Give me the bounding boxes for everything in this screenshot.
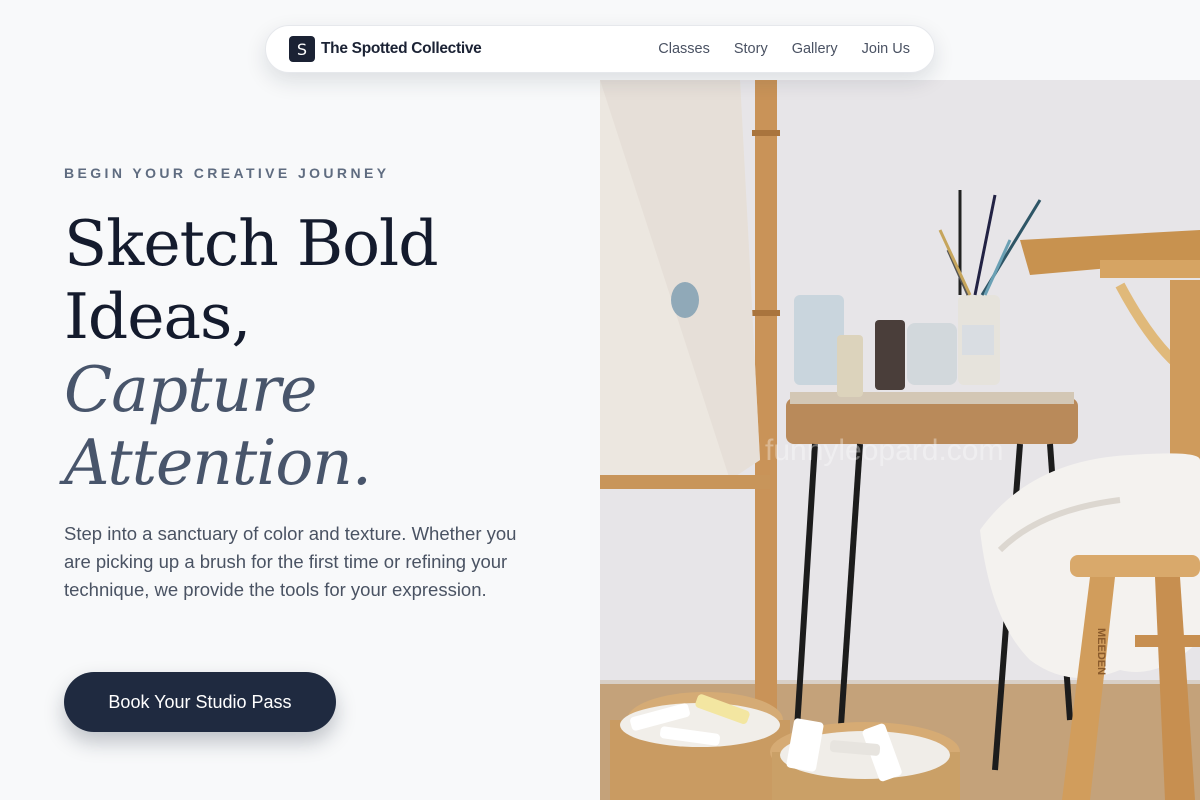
headline-italic-line: Capture: [64, 353, 317, 426]
top-navigation: S The Spotted Collective Classes Story G…: [265, 25, 935, 73]
book-studio-pass-button[interactable]: Book Your Studio Pass: [64, 672, 336, 732]
headline-line: Sketch Bold: [64, 207, 439, 280]
brand-name: The Spotted Collective: [321, 40, 482, 57]
hero-eyebrow: BEGIN YOUR CREATIVE JOURNEY: [64, 165, 390, 181]
nav-link-join-us[interactable]: Join Us: [862, 41, 910, 57]
nav-link-classes[interactable]: Classes: [658, 41, 710, 57]
nav-link-gallery[interactable]: Gallery: [792, 41, 838, 57]
brand[interactable]: S The Spotted Collective: [289, 36, 482, 62]
stool-brand-label: MEEDEN: [1095, 628, 1107, 675]
nav-links: Classes Story Gallery Join Us: [658, 41, 910, 57]
photo-watermark: funnyleopard.com: [765, 434, 1003, 467]
brand-logo-icon: S: [289, 36, 315, 62]
hero-headline: Sketch Bold Ideas, Capture Attention.: [64, 207, 584, 499]
hero-intro: Step into a sanctuary of color and textu…: [64, 523, 517, 600]
headline-line: Ideas,: [64, 280, 251, 353]
headline-italic-line: Attention.: [64, 426, 372, 499]
nav-link-story[interactable]: Story: [734, 41, 768, 57]
studio-photo: MEEDEN funnyleopard.com: [600, 80, 1200, 800]
